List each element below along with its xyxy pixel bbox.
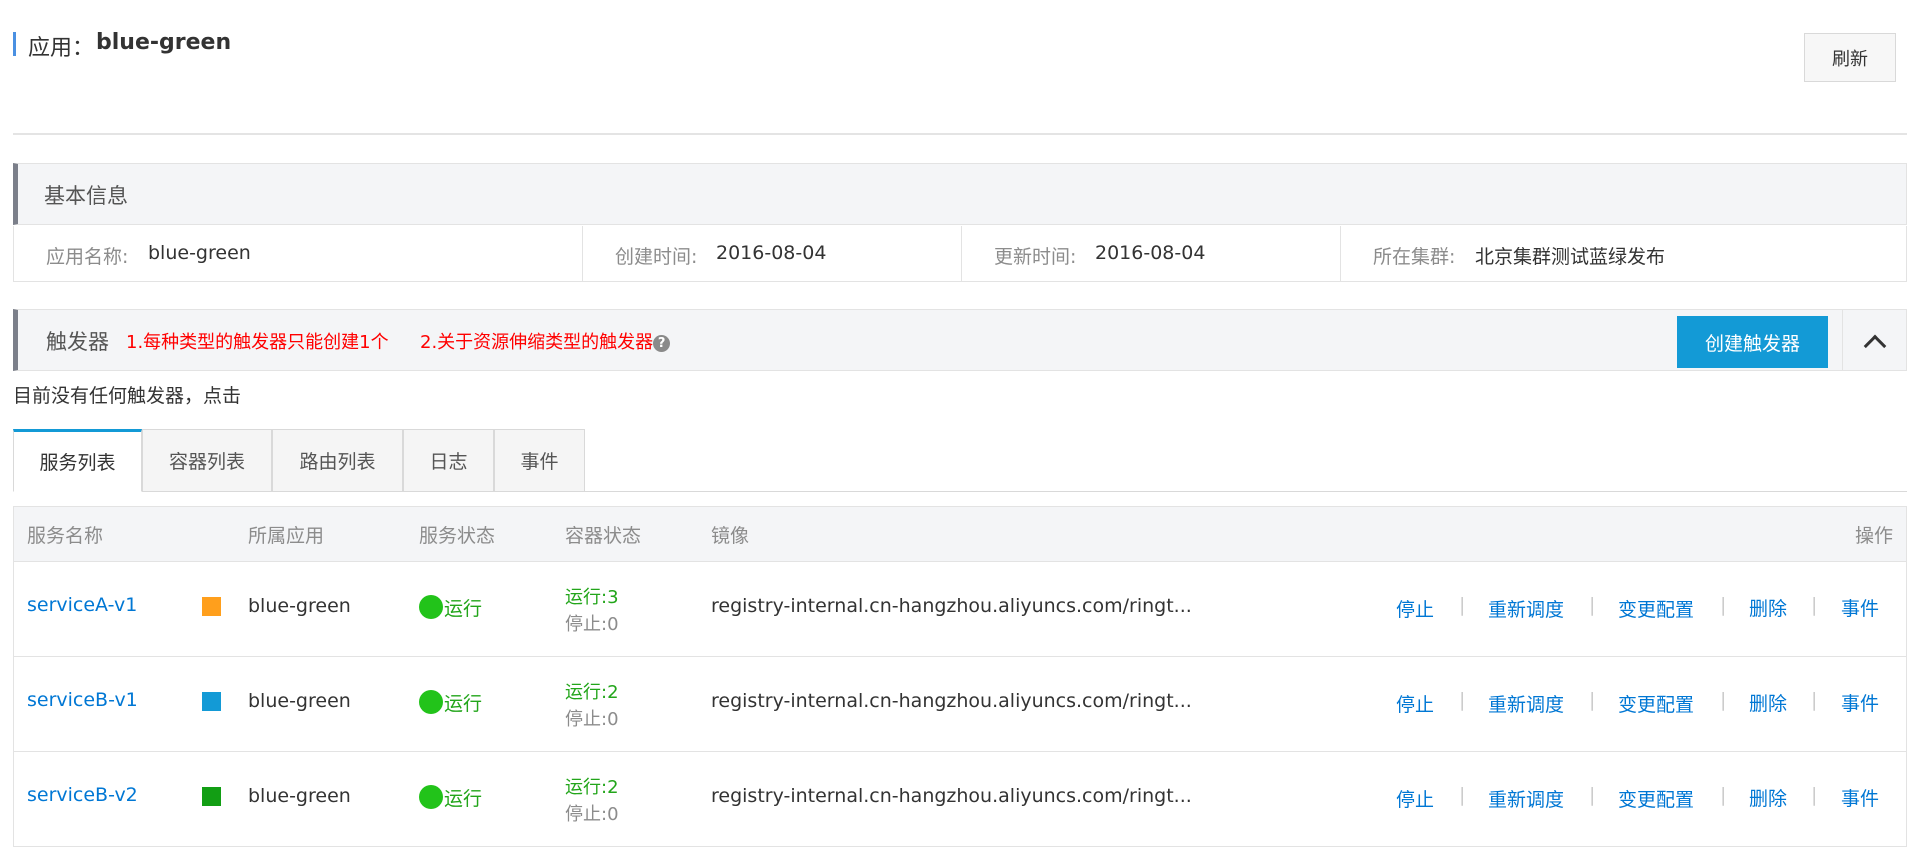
stop-button[interactable]: 停止 (1396, 785, 1434, 812)
header-divider (13, 133, 1907, 135)
page-title-prefix: 应用： (28, 36, 95, 61)
column-header-image: 镜像 (711, 525, 750, 547)
status-dot-icon (419, 595, 443, 619)
service-status: 运行 (444, 598, 483, 620)
trigger-empty-message: 目前没有任何触发器，点击 (13, 385, 242, 407)
stop-button[interactable]: 停止 (1396, 595, 1434, 622)
service-app: blue-green (248, 595, 351, 617)
action-separator: | (1811, 594, 1818, 616)
delete-button[interactable]: 删除 (1749, 689, 1787, 716)
container-running-count: 运行:2 (565, 777, 619, 798)
trigger-title: 触发器 (46, 330, 109, 354)
service-image: registry-internal.cn-hangzhou.aliyuncs.c… (711, 595, 1192, 617)
tab-route-list[interactable]: 路由列表 (272, 429, 403, 492)
service-name-link[interactable]: serviceA-v1 (27, 594, 137, 616)
stop-button[interactable]: 停止 (1396, 690, 1434, 717)
column-header-service-status: 服务状态 (419, 525, 496, 547)
trigger-note-1: 1.每种类型的触发器只能创建1个 (126, 332, 389, 353)
action-separator: | (1459, 784, 1466, 806)
container-stopped-count: 停止:0 (565, 804, 619, 825)
container-running-count: 运行:3 (565, 587, 619, 608)
service-name-link[interactable]: serviceB-v2 (27, 784, 138, 806)
app-name-value: blue-green (148, 242, 251, 264)
change-config-button[interactable]: 变更配置 (1618, 785, 1694, 812)
updated-time-value: 2016-08-04 (1095, 242, 1206, 264)
reschedule-button[interactable]: 重新调度 (1488, 690, 1564, 717)
question-circle-icon[interactable]: ? (653, 334, 671, 352)
basic-info-header: 基本信息 (13, 163, 1907, 225)
status-dot-icon (419, 690, 443, 714)
app-name-label: 应用名称: (46, 246, 129, 268)
service-color-swatch (202, 692, 221, 711)
service-app: blue-green (248, 690, 351, 712)
column-header-container-status: 容器状态 (565, 525, 642, 547)
action-separator: | (1589, 594, 1596, 616)
delete-button[interactable]: 删除 (1749, 784, 1787, 811)
cluster-label: 所在集群: (1373, 246, 1456, 268)
service-image: registry-internal.cn-hangzhou.aliyuncs.c… (711, 785, 1192, 807)
trigger-note-2-text: 2.关于资源伸缩类型的触发器 (420, 332, 654, 353)
reschedule-button[interactable]: 重新调度 (1488, 595, 1564, 622)
title-accent-bar (13, 32, 16, 56)
service-app: blue-green (248, 785, 351, 807)
action-separator: | (1459, 594, 1466, 616)
service-color-swatch (202, 787, 221, 806)
action-separator: | (1720, 594, 1727, 616)
service-status: 运行 (444, 788, 483, 810)
column-header-app: 所属应用 (248, 525, 325, 547)
delete-button[interactable]: 删除 (1749, 594, 1787, 621)
created-time-label: 创建时间: (615, 246, 698, 268)
tab-logs[interactable]: 日志 (403, 429, 494, 492)
page-title: blue-green (96, 30, 232, 55)
cluster-value: 北京集群测试蓝绿发布 (1475, 246, 1666, 268)
info-divider (1340, 226, 1341, 282)
refresh-button[interactable]: 刷新 (1804, 33, 1896, 82)
change-config-button[interactable]: 变更配置 (1618, 690, 1694, 717)
events-button[interactable]: 事件 (1841, 784, 1879, 811)
action-separator: | (1720, 784, 1727, 806)
action-separator: | (1459, 689, 1466, 711)
action-separator: | (1589, 784, 1596, 806)
basic-info-title: 基本信息 (44, 184, 128, 208)
action-separator: | (1811, 689, 1818, 711)
tab-service-list[interactable]: 服务列表 (13, 429, 142, 492)
action-separator: | (1589, 689, 1596, 711)
events-button[interactable]: 事件 (1841, 594, 1879, 621)
column-header-service-name: 服务名称 (27, 525, 104, 547)
container-stopped-count: 停止:0 (565, 614, 619, 635)
status-dot-icon (419, 785, 443, 809)
service-color-swatch (202, 597, 221, 616)
updated-time-label: 更新时间: (994, 246, 1077, 268)
action-separator: | (1720, 689, 1727, 711)
created-time-value: 2016-08-04 (716, 242, 827, 264)
change-config-button[interactable]: 变更配置 (1618, 595, 1694, 622)
container-stopped-count: 停止:0 (565, 709, 619, 730)
events-button[interactable]: 事件 (1841, 689, 1879, 716)
info-divider (961, 226, 962, 282)
column-header-ops: 操作 (1855, 525, 1894, 547)
create-trigger-button[interactable]: 创建触发器 (1677, 316, 1828, 368)
tab-events[interactable]: 事件 (494, 429, 585, 492)
action-separator: | (1811, 784, 1818, 806)
trigger-note-2: 2.关于资源伸缩类型的触发器? (420, 328, 671, 354)
service-name-link[interactable]: serviceB-v1 (27, 689, 138, 711)
reschedule-button[interactable]: 重新调度 (1488, 785, 1564, 812)
container-running-count: 运行:2 (565, 682, 619, 703)
service-status: 运行 (444, 693, 483, 715)
tab-container-list[interactable]: 容器列表 (142, 429, 272, 492)
service-image: registry-internal.cn-hangzhou.aliyuncs.c… (711, 690, 1192, 712)
info-divider (582, 226, 583, 282)
